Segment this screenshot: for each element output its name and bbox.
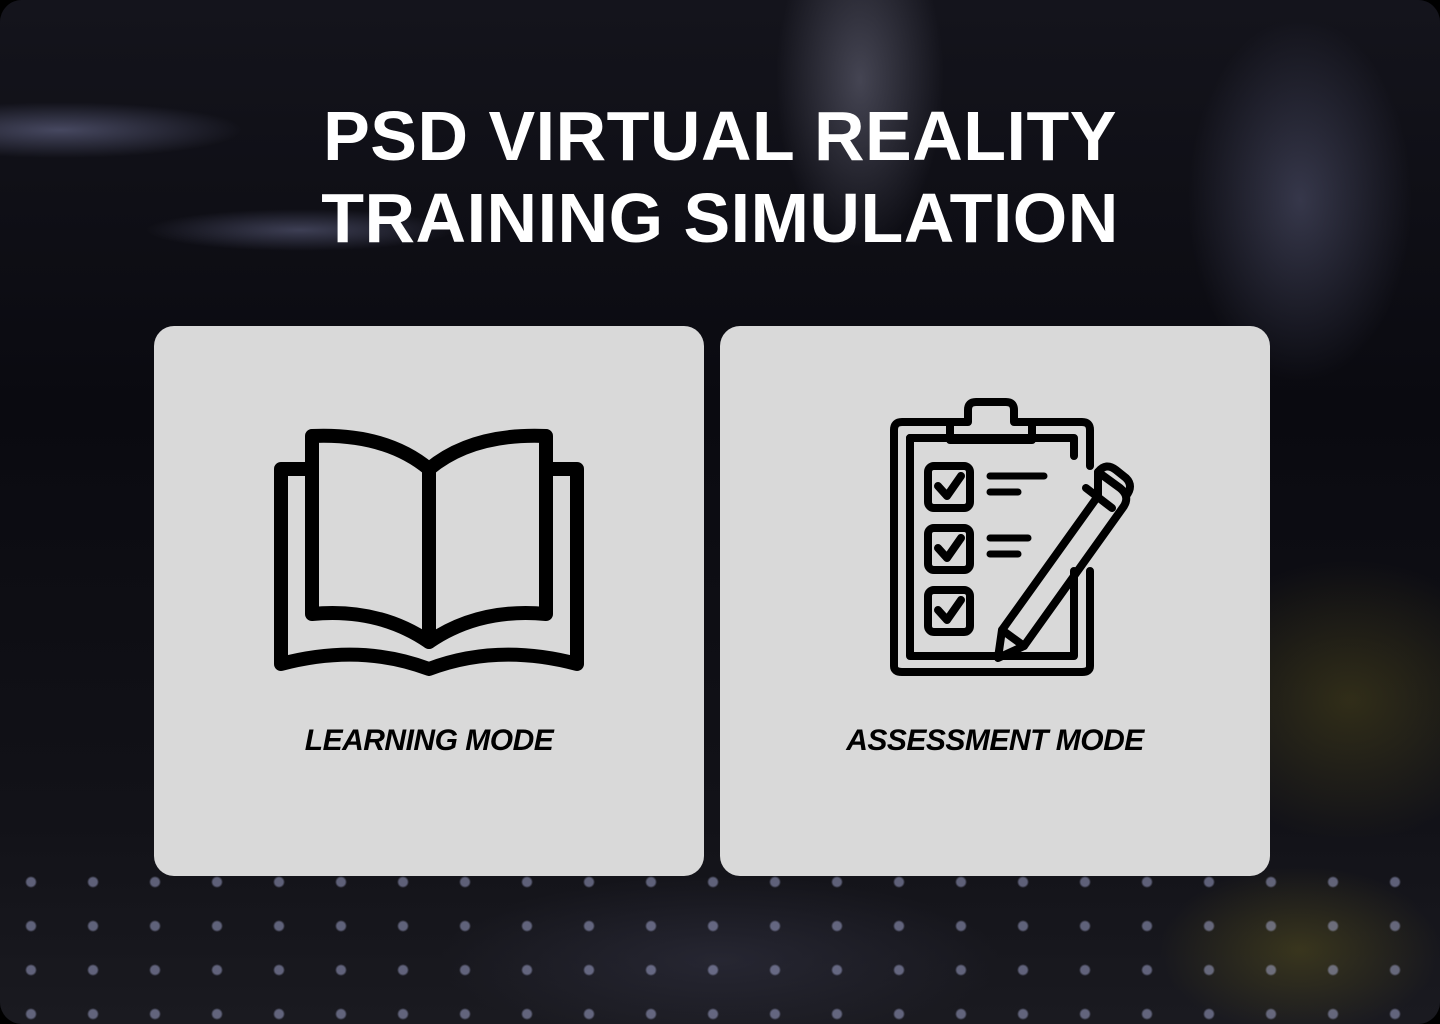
assessment-mode-button[interactable]: ASSESSMENT MODE [720,326,1270,876]
clipboard-checklist-pencil-icon [890,398,1134,676]
page-title: PSD VIRTUAL REALITY TRAINING SIMULATION [0,95,1440,259]
app-window: PSD VIRTUAL REALITY TRAINING SIMULATION … [0,0,1440,1024]
background-floor-lights [0,860,1440,1024]
page-title-line-1: PSD VIRTUAL REALITY [323,97,1117,175]
learning-mode-button[interactable]: LEARNING MODE [154,326,704,876]
open-book-icon [274,428,584,676]
learning-mode-label: LEARNING MODE [304,724,554,757]
assessment-mode-label: ASSESSMENT MODE [846,724,1144,757]
page-title-line-2: TRAINING SIMULATION [321,179,1119,257]
